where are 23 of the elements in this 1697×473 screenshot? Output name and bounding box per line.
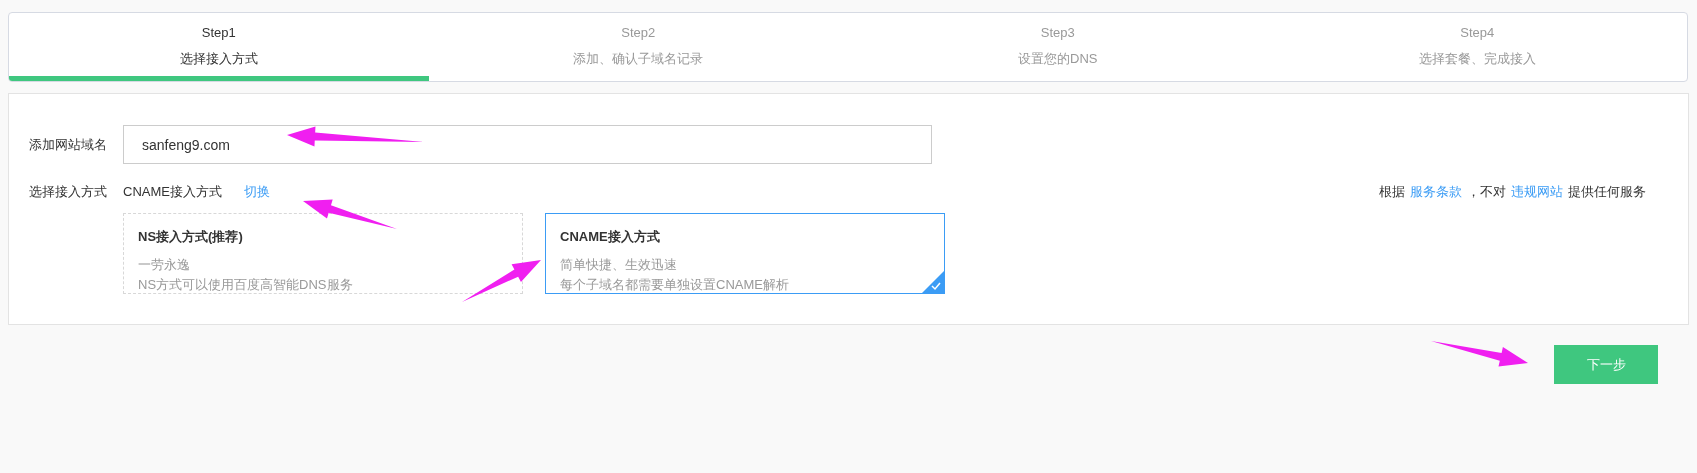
- notice-text: 提供任何服务: [1568, 183, 1646, 201]
- step-tab[interactable]: Step3 设置您的DNS: [848, 13, 1268, 81]
- notice-text: ，不对: [1467, 183, 1506, 201]
- switch-link[interactable]: 切换: [243, 183, 270, 201]
- option-title: CNAME接入方式: [560, 228, 661, 246]
- option-description: 一劳永逸: [138, 256, 191, 274]
- step-tab[interactable]: Step1 选择接入方式: [9, 13, 429, 81]
- next-button[interactable]: 下一步: [1554, 345, 1658, 384]
- option-title: NS接入方式(推荐): [138, 228, 244, 246]
- terms-link[interactable]: 服务条款: [1410, 183, 1462, 201]
- step-tab[interactable]: Step4 选择套餐、完成接入: [1267, 13, 1687, 81]
- method-value: CNAME接入方式: [123, 183, 222, 201]
- domain-label: 添加网站域名: [29, 135, 108, 154]
- option-description: NS方式可以使用百度高智能DNS服务: [138, 276, 354, 293]
- step-tab[interactable]: Step2 添加、确认子域名记录: [428, 13, 848, 81]
- method-label: 选择接入方式: [29, 183, 108, 201]
- domain-input[interactable]: sanfeng9.com: [123, 125, 932, 164]
- terms-link[interactable]: 违规网站: [1511, 183, 1563, 201]
- notice-text: 根据: [1379, 183, 1405, 201]
- option-description: 简单快捷、生效迅速: [560, 256, 678, 274]
- method-option[interactable]: CNAME接入方式 简单快捷、生效迅速 每个子域名都需要单独设置CNAME解析: [545, 213, 945, 294]
- option-description: 每个子域名都需要单独设置CNAME解析: [560, 276, 790, 293]
- check-icon: [922, 271, 944, 293]
